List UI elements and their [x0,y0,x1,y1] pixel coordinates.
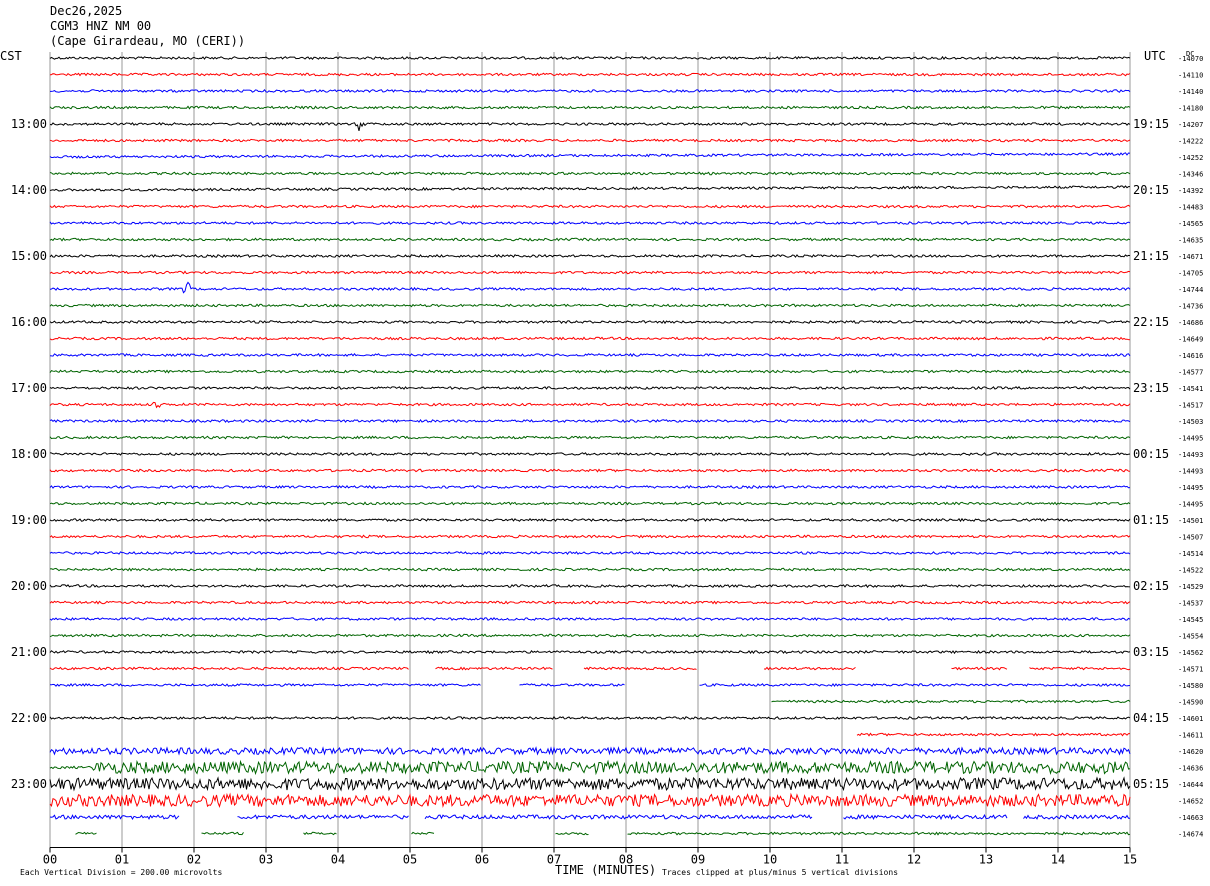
dc-offset-label: -14635 [1178,237,1203,245]
header-station: CGM3 HNZ NM 00 [50,19,151,33]
right-timezone-label: UTC [1144,49,1166,63]
helicorder-chart: Dec26,2025 CGM3 HNZ NM 00 (Cape Girardea… [0,0,1210,886]
dc-offset-label: -14649 [1178,336,1203,344]
dc-offset-label: -14736 [1178,303,1203,311]
dc-offset-label: -14562 [1178,649,1203,657]
dc-offset-label: -14110 [1178,72,1203,80]
left-hour-label: 13:00 [11,117,47,131]
dc-offset-label: -14493 [1178,468,1203,476]
dc-offset-label: -14252 [1178,154,1203,162]
x-tick-label: 14 [1051,853,1065,867]
left-hour-label: 23:00 [11,777,47,791]
dc-offset-label: -14529 [1178,583,1203,591]
left-hour-label: 18:00 [11,447,47,461]
x-tick-label: 05 [403,853,417,867]
dc-offset-label: -14346 [1178,171,1203,179]
right-hour-label: 04:15 [1133,711,1169,725]
dc-offset-label: -14590 [1178,699,1203,707]
dc-offset-label: -14392 [1178,187,1203,195]
right-hour-label: 01:15 [1133,513,1169,527]
x-tick-label: 06 [475,853,489,867]
dc-offset-label: -14571 [1178,666,1203,674]
x-tick-label: 13 [979,853,993,867]
dc-offset-label: -14180 [1178,105,1203,113]
dc-offset-label: -14495 [1178,484,1203,492]
left-hour-label: 22:00 [11,711,47,725]
left-hour-label: 17:00 [11,381,47,395]
scale-note: Each Vertical Division = 200.00 microvol… [20,868,222,877]
right-hour-label: 03:15 [1133,645,1169,659]
dc-offset-label: -14601 [1178,715,1203,723]
dc-offset-label: -14207 [1178,121,1203,129]
dc-offset-label: -14507 [1178,534,1203,542]
dc-offset-label: -14611 [1178,732,1203,740]
dc-offset-label: -14522 [1178,567,1203,575]
right-hour-label: 02:15 [1133,579,1169,593]
left-hour-label: 14:00 [11,183,47,197]
dc-offset-label: -14554 [1178,633,1203,641]
dc-offset-label: -14580 [1178,682,1203,690]
dc-offset-label: -14652 [1178,798,1203,806]
left-hour-label: 19:00 [11,513,47,527]
dc-offset-label: -14644 [1178,781,1203,789]
header-date: Dec26,2025 [50,4,122,18]
x-tick-label: 10 [763,853,777,867]
left-hour-label: 21:00 [11,645,47,659]
dc-offset-label: -14483 [1178,204,1203,212]
header-location: (Cape Girardeau, MO (CERI)) [50,34,245,48]
dc-offset-label: -14663 [1178,814,1203,822]
x-tick-label: 00 [43,853,57,867]
right-hour-label: 21:15 [1133,249,1169,263]
x-tick-label: 01 [115,853,129,867]
dc-offset-label: -14744 [1178,286,1203,294]
dc-offset-label: -14616 [1178,352,1203,360]
dc-offset-label: -14671 [1178,253,1203,261]
left-timezone-label: CST [0,49,22,63]
x-tick-label: 11 [835,853,849,867]
dc-offset-label: -14577 [1178,369,1203,377]
dc-offset-label: -14541 [1178,385,1203,393]
left-hour-label: 16:00 [11,315,47,329]
dc-offset-label: -14545 [1178,616,1203,624]
right-hour-label: 00:15 [1133,447,1169,461]
right-hour-label: 22:15 [1133,315,1169,329]
left-hour-label: 15:00 [11,249,47,263]
dc-offset-label: -14537 [1178,600,1203,608]
dc-offset-label: -14674 [1178,831,1203,839]
dc-offset-label: -14514 [1178,550,1203,558]
clip-note: Traces clipped at plus/minus 5 vertical … [662,868,898,877]
dc-offset-label: -14493 [1178,451,1203,459]
dc-offset-label: -14705 [1178,270,1203,278]
right-hour-label: 23:15 [1133,381,1169,395]
dc-offset-label: -14140 [1178,88,1203,96]
dc-offset-label: -14222 [1178,138,1203,146]
right-hour-label: 05:15 [1133,777,1169,791]
x-tick-label: 12 [907,853,921,867]
dc-offset-label: -14495 [1178,435,1203,443]
dc-offset-label: -14070 [1178,55,1203,63]
dc-offset-label: -14686 [1178,319,1203,327]
x-tick-label: 09 [691,853,705,867]
right-hour-label: 20:15 [1133,183,1169,197]
x-tick-label: 03 [259,853,273,867]
x-tick-label: 15 [1123,853,1137,867]
x-axis-title: TIME (MINUTES) [555,863,656,877]
dc-offset-label: -14620 [1178,748,1203,756]
dc-offset-label: -14517 [1178,402,1203,410]
x-tick-label: 04 [331,853,345,867]
dc-offset-label: -14503 [1178,418,1203,426]
dc-offset-label: -14501 [1178,517,1203,525]
dc-offset-label: -14636 [1178,765,1203,773]
right-hour-label: 19:15 [1133,117,1169,131]
dc-offset-label: -14495 [1178,501,1203,509]
dc-offset-label: -14565 [1178,220,1203,228]
x-tick-label: 02 [187,853,201,867]
left-hour-label: 20:00 [11,579,47,593]
